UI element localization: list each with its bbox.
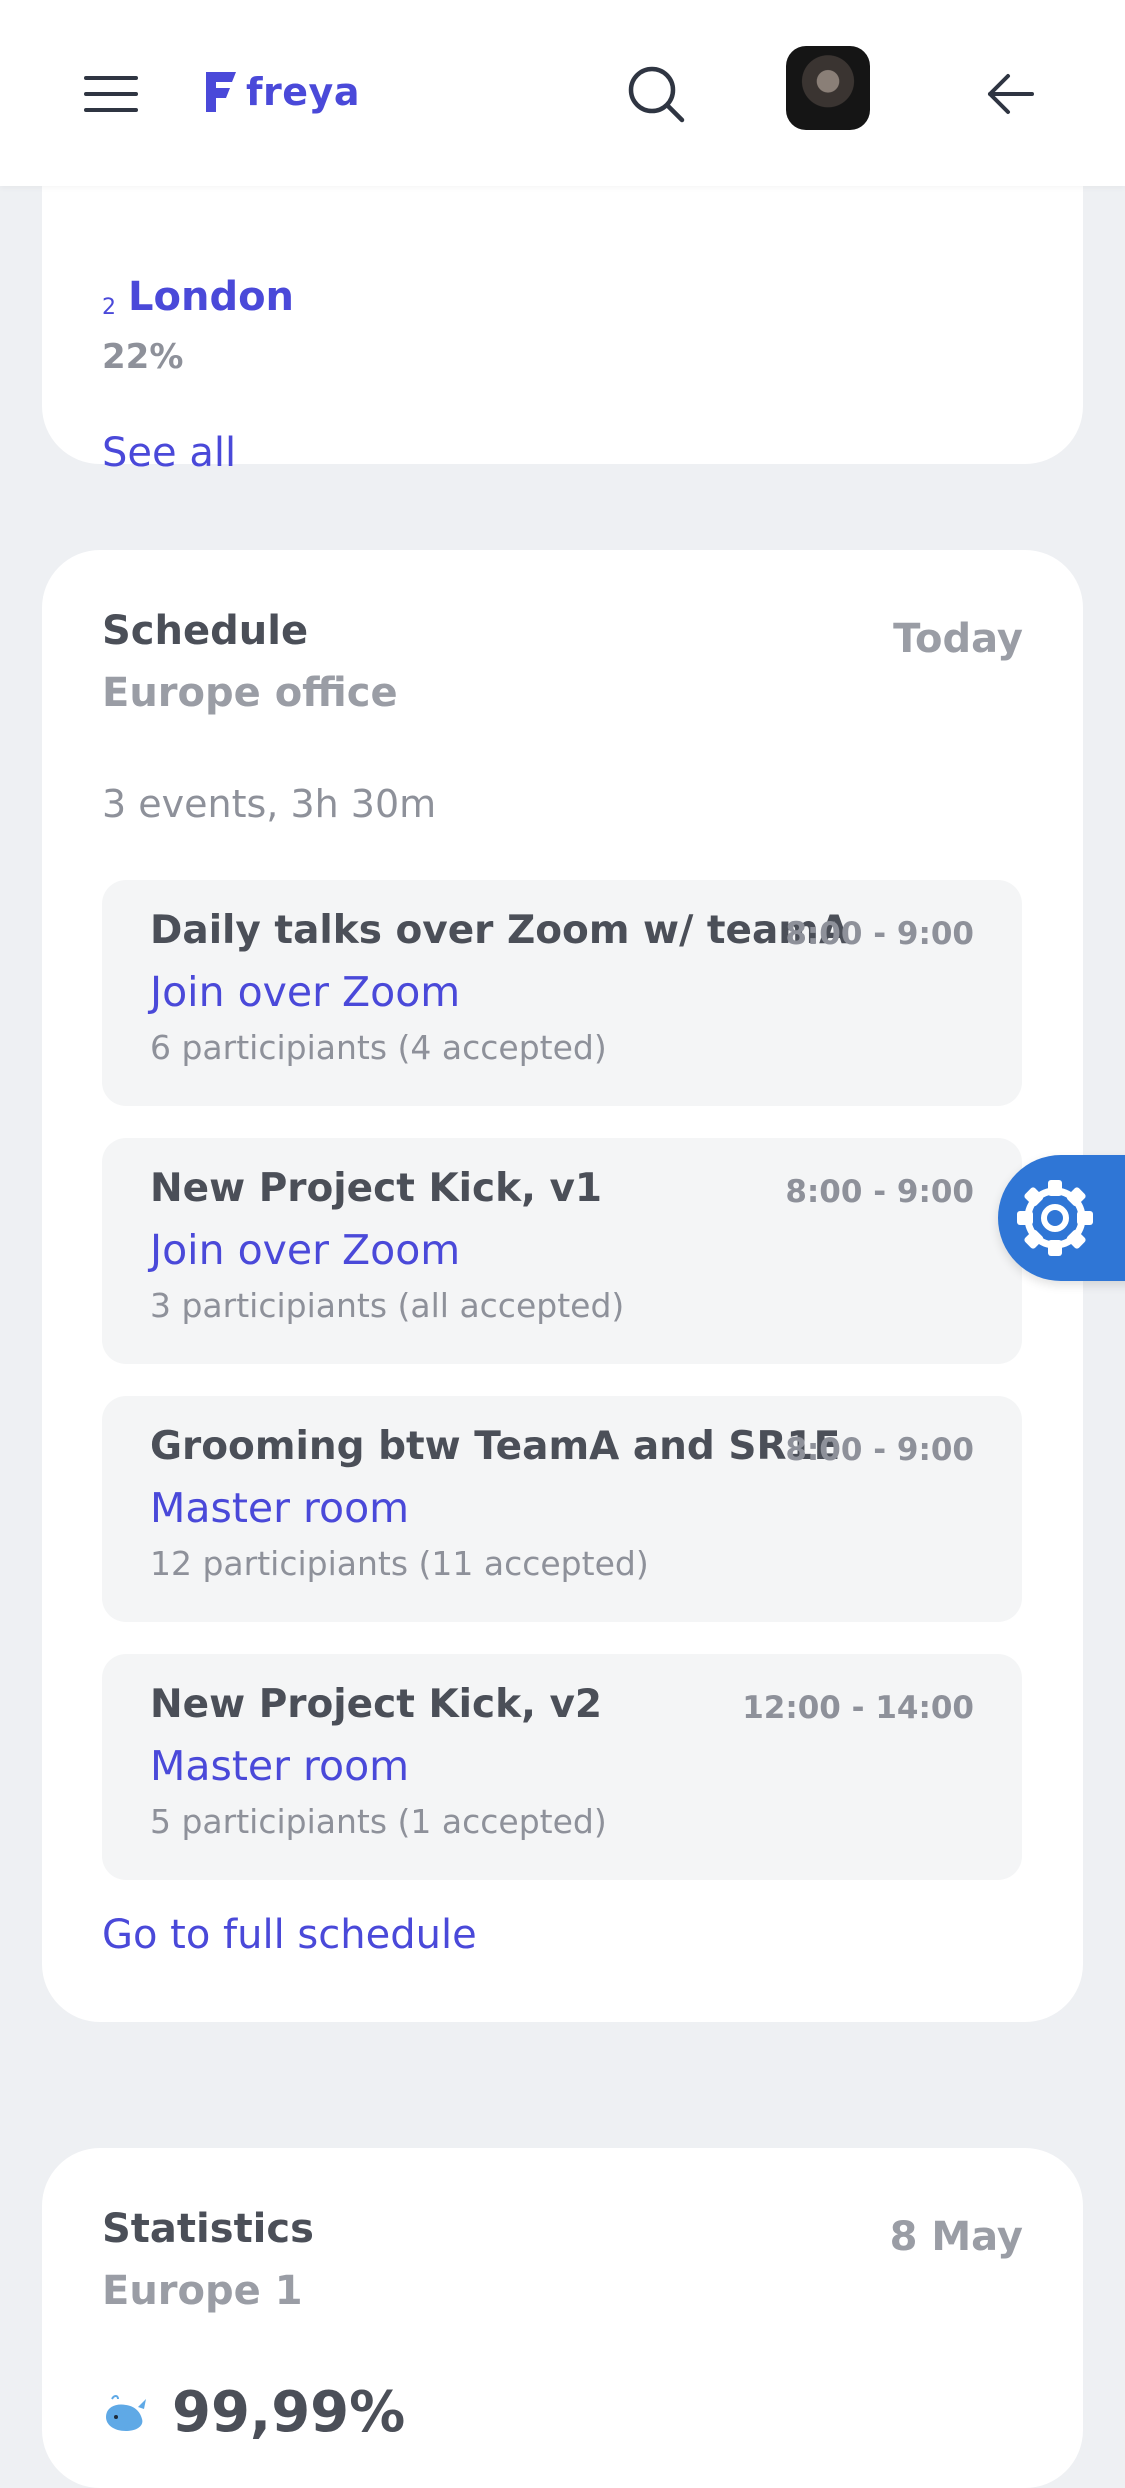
event-card[interactable]: New Project Kick, v1 8:00 - 9:00 Join ov…	[102, 1138, 1022, 1364]
event-location-link[interactable]: Master room	[150, 1484, 409, 1532]
statistics-date[interactable]: 8 May	[890, 2214, 1023, 2260]
event-time: 8:00 - 9:00	[785, 916, 974, 952]
event-card[interactable]: Grooming btw TeamA and SR1E 8:00 - 9:00 …	[102, 1396, 1022, 1622]
schedule-date[interactable]: Today	[893, 616, 1023, 662]
event-participants: 12 participiants (11 accepted)	[150, 1544, 649, 1583]
user-avatar[interactable]	[786, 46, 870, 130]
search-icon[interactable]	[626, 64, 686, 124]
event-location-link[interactable]: Join over Zoom	[150, 968, 460, 1016]
event-location-link[interactable]: Master room	[150, 1742, 409, 1790]
event-title: New Project Kick, v1	[150, 1166, 603, 1211]
logo-text: freya	[246, 70, 360, 114]
event-title: New Project Kick, v2	[150, 1682, 603, 1727]
whale-icon	[106, 2394, 146, 2431]
full-schedule-link[interactable]: Go to full schedule	[102, 1912, 477, 1958]
event-participants: 3 participiants (all accepted)	[150, 1286, 625, 1325]
event-location-link[interactable]: Join over Zoom	[150, 1226, 460, 1274]
settings-fab[interactable]	[998, 1155, 1125, 1281]
statistics-subtitle: Europe 1	[102, 2268, 303, 2314]
city-name[interactable]: London	[128, 274, 294, 320]
event-title: Daily talks over Zoom w/ teamA	[150, 908, 850, 953]
event-time: 8:00 - 9:00	[785, 1432, 974, 1468]
city-percent: 22%	[102, 337, 184, 377]
schedule-summary: 3 events, 3h 30m	[102, 782, 437, 826]
see-all-link[interactable]: See all	[102, 430, 236, 476]
rank-number: 2	[102, 295, 116, 320]
logo[interactable]: freya	[202, 66, 360, 118]
statistics-value: 99,99%	[172, 2380, 406, 2445]
schedule-title: Schedule	[102, 608, 309, 654]
menu-icon[interactable]	[84, 72, 138, 116]
statistics-title: Statistics	[102, 2206, 314, 2252]
event-card[interactable]: Daily talks over Zoom w/ teamA 8:00 - 9:…	[102, 880, 1022, 1106]
event-card[interactable]: New Project Kick, v2 12:00 - 14:00 Maste…	[102, 1654, 1022, 1880]
event-title: Grooming btw TeamA and SR1E	[150, 1424, 841, 1469]
statistics-value-row: 99,99%	[102, 2380, 405, 2445]
event-participants: 5 participiants (1 accepted)	[150, 1802, 607, 1841]
statistics-card: Statistics Europe 1 8 May 99,99%	[42, 2148, 1083, 2488]
schedule-subtitle: Europe office	[102, 670, 398, 716]
top-navigation-bar: freya	[0, 0, 1125, 186]
schedule-card: Schedule Europe office Today 3 events, 3…	[42, 550, 1083, 2022]
event-time: 8:00 - 9:00	[785, 1174, 974, 1210]
event-time: 12:00 - 14:00	[742, 1690, 974, 1726]
freya-logo-icon	[206, 72, 236, 112]
gear-icon	[1017, 1180, 1093, 1256]
arrow-left-icon[interactable]	[982, 66, 1038, 122]
event-participants: 6 participiants (4 accepted)	[150, 1028, 607, 1067]
